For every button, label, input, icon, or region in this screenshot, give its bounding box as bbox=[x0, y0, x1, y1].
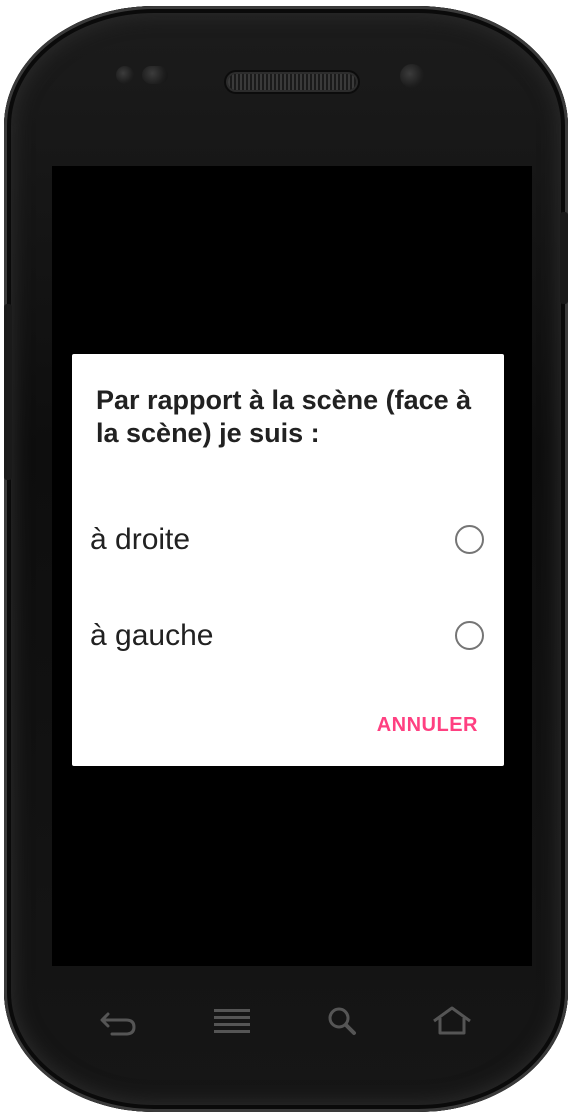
radio-button[interactable] bbox=[455, 621, 484, 650]
option-label: à droite bbox=[90, 523, 191, 556]
radio-button[interactable] bbox=[455, 525, 484, 554]
light-sensor bbox=[142, 66, 168, 84]
power-button bbox=[560, 212, 568, 304]
home-icon[interactable] bbox=[430, 1004, 474, 1038]
option-left[interactable]: à gauche bbox=[72, 588, 504, 684]
dialog-title: Par rapport à la scène (face à la scène)… bbox=[96, 385, 472, 448]
option-right[interactable]: à droite bbox=[72, 492, 504, 588]
menu-icon[interactable] bbox=[210, 1004, 254, 1038]
volume-button bbox=[4, 304, 12, 480]
search-icon[interactable] bbox=[320, 1004, 364, 1038]
proximity-sensor bbox=[116, 66, 134, 84]
earpiece-speaker bbox=[228, 74, 356, 90]
choice-dialog: Par rapport à la scène (face à la scène)… bbox=[72, 354, 504, 766]
front-camera bbox=[400, 64, 424, 88]
option-label: à gauche bbox=[90, 619, 214, 652]
cancel-button[interactable]: ANNULER bbox=[364, 702, 478, 748]
back-icon[interactable] bbox=[96, 1004, 140, 1038]
